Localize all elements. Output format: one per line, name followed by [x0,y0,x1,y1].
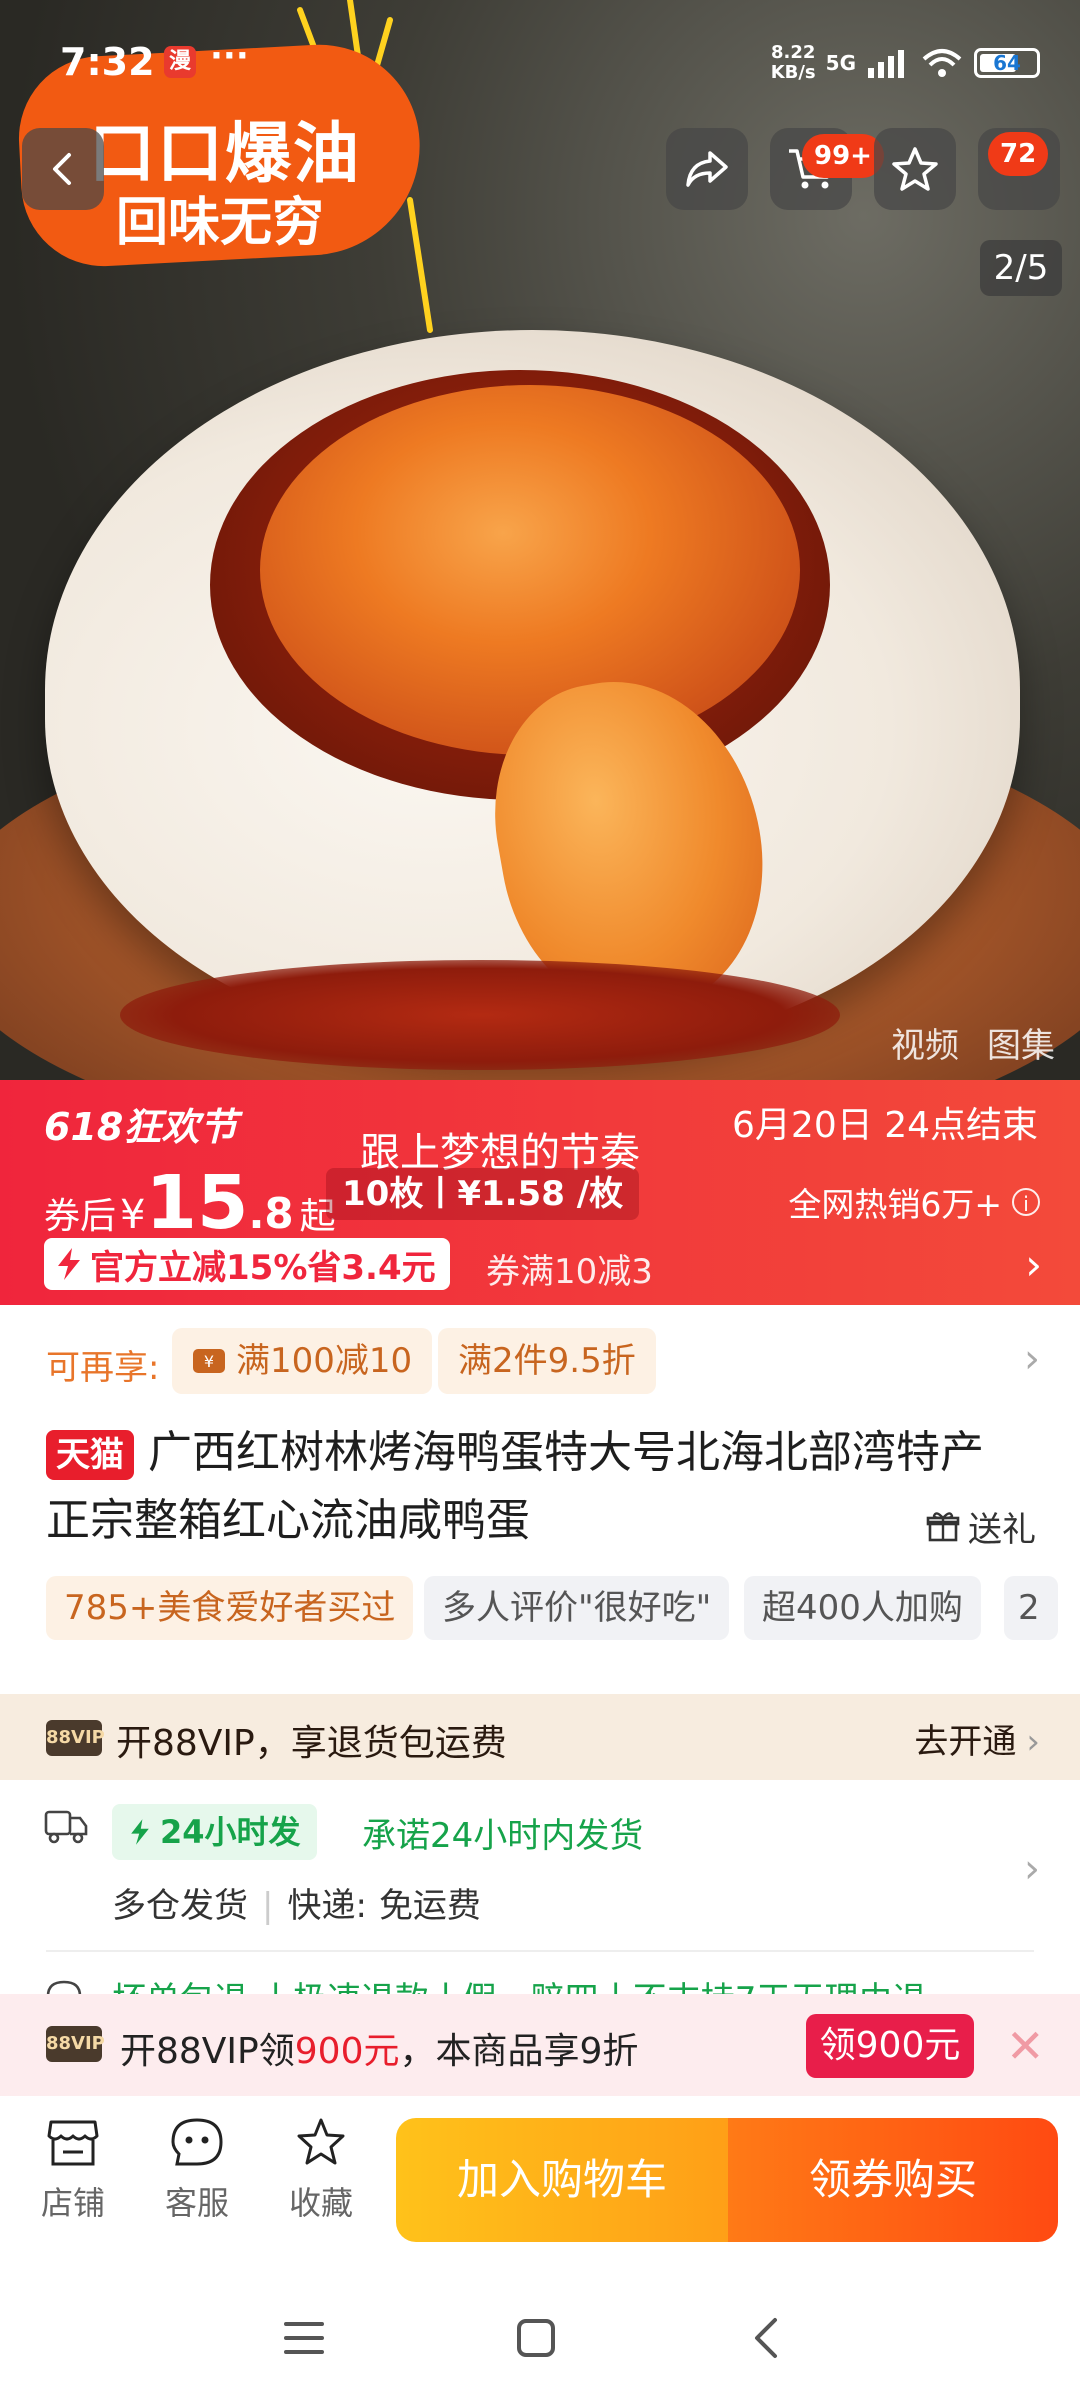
shop-button[interactable]: 店铺 [18,2116,128,2224]
gift-icon [926,1511,960,1541]
home-button[interactable] [506,2308,566,2368]
close-icon[interactable]: ✕ [1006,2018,1045,2074]
chat-face-icon [171,2118,223,2166]
claim-vip-coupon-button[interactable]: 领900元 [806,2014,974,2078]
lightning-icon [58,1248,80,1280]
social-proof-chip: 2 [1004,1576,1058,1640]
media-tabs: 视频 图集 [891,1018,1055,1067]
recent-apps-button[interactable] [274,2308,334,2368]
shipping-details: 多仓发货 | 快递: 免运费 [112,1886,481,1926]
lightning-icon [131,1819,149,1845]
more-notifications-icon: ··· [210,36,249,76]
offer-tag[interactable]: 满2件9.5折 [438,1328,656,1394]
tab-video[interactable]: 视频 [891,1018,959,1067]
share-icon [686,151,728,187]
buy-with-coupon-button[interactable]: 领券购买 [728,2118,1058,2242]
home-square-icon [517,2319,555,2357]
back-button[interactable] [22,128,104,210]
hot-sales[interactable]: 全网热销6万+ i [788,1178,1040,1226]
battery-icon: 64 [974,48,1040,78]
status-indicators: 8.22 KB/s 5G 64 [771,40,1040,86]
social-proof-chip: 785+美食爱好者买过 [46,1576,414,1640]
official-discount-badge: 官方立减15%省3.4元 [44,1238,450,1290]
menu-icon [284,2322,324,2354]
info-icon: i [1012,1188,1040,1216]
divider [46,1950,1034,1952]
network-speed: 8.22 KB/s [770,42,816,83]
product-title-line2: 正宗整箱红心流油咸鸭蛋 [46,1495,530,1546]
festival-label: 618狂欢节 [44,1105,238,1149]
gift-button[interactable]: 送礼 [926,1502,1036,1551]
social-proof-chip: 多人评价"很好吃" [424,1576,730,1640]
vip-icon: 88VIP [46,2026,105,2062]
star-icon [297,2118,345,2165]
customer-service-button[interactable]: 客服 [142,2116,252,2224]
system-back-button[interactable] [736,2308,796,2368]
svg-text:¥: ¥ [204,1352,214,1371]
offer-tag[interactable]: ¥ 满100减10 [172,1328,433,1394]
favorite-button[interactable]: 收藏 [266,2116,376,2224]
egg-yolk [260,385,800,755]
tmall-badge: 天猫 [46,1430,134,1480]
message-count-badge: 72 [988,132,1049,176]
chevron-right-icon[interactable]: › [1025,1240,1042,1289]
status-time: 7:32 [60,40,155,84]
promo-end-time: 6月20日 24点结束 [732,1105,1038,1146]
coupon-price: 券后 ¥ 15 .8 起 [44,1160,336,1246]
promo-text-line2: 回味无穷 [115,193,324,253]
offers-label: 可再享: [46,1348,160,1388]
oil-pool [120,960,840,1070]
back-arrow-icon [53,153,71,185]
coupon-icon: ¥ [193,1349,225,1373]
signal-icon [868,50,904,78]
vip-promo-text: 开88VIP领900元，本商品享9折 [120,2031,639,2072]
vip-activate-link[interactable]: 去开通 › [914,1714,1040,1763]
shipping-promise: 承诺24小时内发货 [362,1816,644,1856]
favorite-top-button[interactable] [874,128,956,210]
vip-text: 开88VIP，享退货包运费 [116,1723,507,1764]
product-title-line1: 天猫 广西红树林烤海鸭蛋特大号北海北部湾特产 [46,1420,1036,1486]
coupon-rule: 券满10减3 [486,1252,653,1292]
24h-shipping-tag: 24小时发 [112,1804,317,1860]
chevron-right-icon[interactable]: › [1024,1846,1040,1892]
back-arrow-icon [755,2318,777,2358]
social-proof-chip: 超400人加购 [744,1576,981,1640]
network-type: 5G [825,51,856,75]
service-guarantees: 坏单包退 丨极速退款丨假一赔四丨不支持7天无理由退 [112,1972,1012,1996]
unit-price: 10枚丨¥1.58 /枚 [326,1168,640,1220]
share-button[interactable] [666,128,748,210]
vip-icon: 88VIP [46,1720,105,1756]
add-to-cart-button[interactable]: 加入购物车 [396,2118,728,2242]
delivery-truck-icon [44,1810,88,1844]
cart-count-badge: 99+ [802,134,884,178]
shop-icon [47,2120,99,2166]
star-icon [892,147,938,191]
chevron-right-icon[interactable]: › [1024,1336,1040,1382]
image-page-indicator: 2/5 [980,240,1062,296]
app-notification-icon: 漫 [164,46,196,78]
tab-gallery[interactable]: 图集 [987,1018,1055,1067]
wifi-icon [922,49,962,77]
